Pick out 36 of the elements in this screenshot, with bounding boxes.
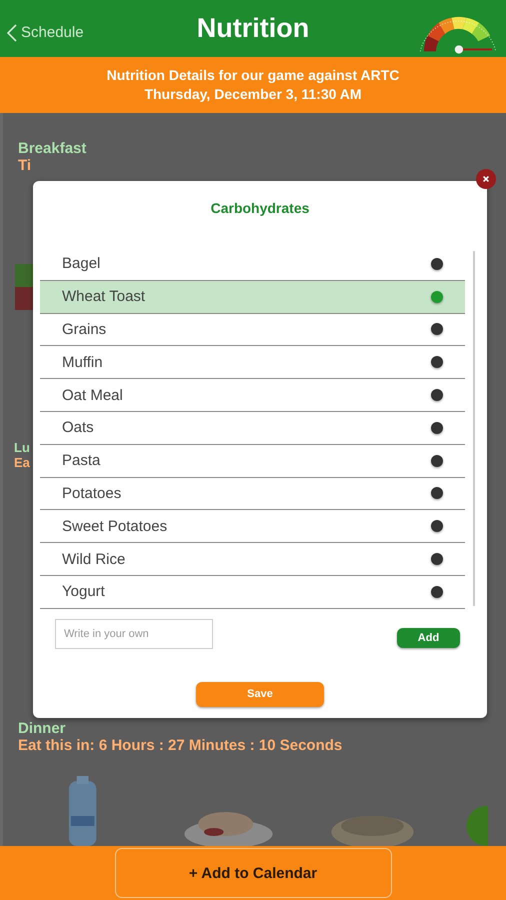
radio-icon — [431, 323, 443, 336]
add-to-calendar-button[interactable]: + Add to Calendar — [114, 848, 392, 898]
list-item[interactable]: Yogurt — [40, 576, 465, 609]
list-item[interactable]: Sweet Potatoes — [40, 510, 465, 544]
radio-icon — [431, 290, 443, 303]
list-item[interactable]: Oat Meal — [40, 379, 465, 412]
list-item[interactable]: Muffin — [40, 346, 465, 380]
radio-icon — [431, 520, 443, 532]
meal-title: Breakfast — [18, 140, 86, 158]
close-icon — [482, 175, 490, 183]
list-item[interactable]: Potatoes — [40, 478, 465, 510]
radio-icon — [431, 454, 443, 467]
list-item[interactable]: Grains — [40, 314, 465, 346]
input-field[interactable]: Write in your own — [55, 618, 213, 649]
dialog-title: Carbohydrates — [210, 200, 310, 216]
chevron-icon — [7, 24, 17, 42]
banner-text: Nutrition Details for our game against ARTC — [106, 66, 400, 86]
page-title: Nutrition — [196, 13, 310, 44]
add-button[interactable]: Add — [397, 628, 460, 648]
list-item[interactable]: Wheat Toast — [40, 280, 465, 314]
list-item[interactable]: Oats — [40, 412, 465, 445]
radio-icon — [431, 553, 443, 566]
radio-icon — [431, 487, 443, 500]
list-item[interactable]: Wild Rice — [40, 543, 465, 576]
list-item[interactable]: Pasta — [40, 444, 465, 478]
radio-icon — [431, 422, 443, 434]
radio-icon — [431, 356, 443, 368]
meal-title: Lu — [14, 440, 30, 456]
radio-icon — [431, 389, 443, 402]
meal-countdown: Ea — [14, 455, 30, 470]
banner-date: Thursday, December 3, 11:30 AM — [144, 85, 362, 104]
radio-icon — [431, 258, 443, 270]
meal-countdown: Eat this in: 6 Hours : 27 Minutes : 10 Seconds — [18, 737, 342, 754]
meal-title: Dinner — [18, 720, 66, 738]
meal-countdown: Ti — [18, 157, 32, 174]
radio-icon — [431, 586, 443, 598]
